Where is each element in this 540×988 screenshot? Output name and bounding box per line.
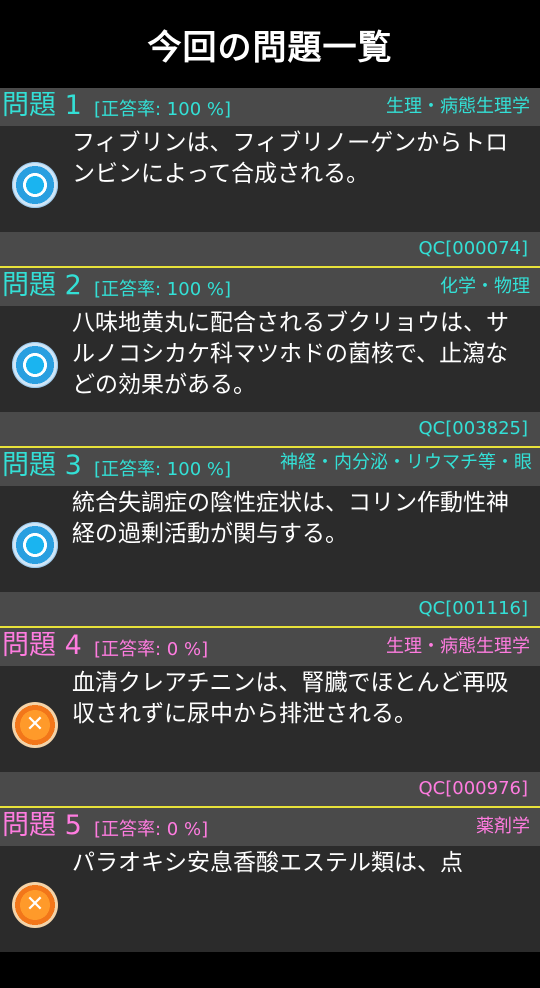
correct-rate: [正答率: 100 %] <box>94 279 232 300</box>
question-number: 問題 4 <box>2 630 82 661</box>
question-body: ✕ パラオキシ安息香酸エステル類は、点 <box>0 846 540 952</box>
correct-icon <box>12 342 58 388</box>
question-footer: QC[003825] <box>0 412 540 446</box>
question-text: フィブリンは、フィブリノーゲンからトロンビンによって合成される。 <box>72 130 509 187</box>
question-footer: QC[000976] <box>0 772 540 806</box>
question-code: QC[000074] <box>418 238 529 259</box>
correct-rate: [正答率: 100 %] <box>94 99 232 120</box>
category-label: 薬剤学 <box>476 816 530 837</box>
question-body: 統合失調症の陰性症状は、コリン作動性神経の過剰活動が関与する。 <box>0 486 540 592</box>
category-label: 生理・病態生理学 <box>386 636 530 657</box>
question-number: 問題 2 <box>2 270 82 301</box>
question-code: QC[003825] <box>418 418 529 439</box>
correct-icon <box>12 162 58 208</box>
wrong-icon: ✕ <box>12 702 58 748</box>
question-text: 血清クレアチニンは、腎臓でほとんど再吸収されずに尿中から排泄される。 <box>72 670 509 727</box>
question-item-2[interactable]: 問題 2 [正答率: 100 %] 化学・物理 八味地黄丸に配合されるブクリョウ… <box>0 268 540 448</box>
correct-rate: [正答率: 0 %] <box>94 639 209 660</box>
question-header: 問題 3 [正答率: 100 %] 神経・内分泌・リウマチ等・眼 <box>0 448 540 486</box>
category-label: 化学・物理 <box>440 276 530 297</box>
category-label: 生理・病態生理学 <box>386 96 530 117</box>
question-code: QC[000976] <box>418 778 529 799</box>
correct-icon <box>12 522 58 568</box>
question-number: 問題 5 <box>2 810 82 841</box>
question-text: パラオキシ安息香酸エステル類は、点 <box>72 850 463 876</box>
category-label: 神経・内分泌・リウマチ等・眼 <box>280 452 532 473</box>
correct-rate: [正答率: 100 %] <box>94 459 232 480</box>
question-body: ✕ 血清クレアチニンは、腎臓でほとんど再吸収されずに尿中から排泄される。 <box>0 666 540 772</box>
question-list: 問題 1 [正答率: 100 %] 生理・病態生理学 フィブリンは、フィブリノー… <box>0 88 540 988</box>
question-footer: QC[001116] <box>0 592 540 626</box>
question-item-3[interactable]: 問題 3 [正答率: 100 %] 神経・内分泌・リウマチ等・眼 統合失調症の陰… <box>0 448 540 628</box>
question-footer: QC[000074] <box>0 232 540 266</box>
wrong-icon: ✕ <box>12 882 58 928</box>
question-item-4[interactable]: 問題 4 [正答率: 0 %] 生理・病態生理学 ✕ 血清クレアチニンは、腎臓で… <box>0 628 540 808</box>
question-number: 問題 1 <box>2 90 82 121</box>
question-text: 統合失調症の陰性症状は、コリン作動性神経の過剰活動が関与する。 <box>72 490 509 547</box>
question-header: 問題 5 [正答率: 0 %] 薬剤学 <box>0 808 540 846</box>
question-body: フィブリンは、フィブリノーゲンからトロンビンによって合成される。 <box>0 126 540 232</box>
question-header: 問題 1 [正答率: 100 %] 生理・病態生理学 <box>0 88 540 126</box>
page-title: 今回の問題一覧 <box>0 0 540 88</box>
question-item-1[interactable]: 問題 1 [正答率: 100 %] 生理・病態生理学 フィブリンは、フィブリノー… <box>0 88 540 268</box>
question-header: 問題 2 [正答率: 100 %] 化学・物理 <box>0 268 540 306</box>
question-text: 八味地黄丸に配合されるブクリョウは、サルノコシカケ科マツホドの菌核で、止瀉などの… <box>72 310 509 398</box>
question-code: QC[001116] <box>418 598 529 619</box>
question-body: 八味地黄丸に配合されるブクリョウは、サルノコシカケ科マツホドの菌核で、止瀉などの… <box>0 306 540 412</box>
correct-rate: [正答率: 0 %] <box>94 819 209 840</box>
question-number: 問題 3 <box>2 450 82 481</box>
question-header: 問題 4 [正答率: 0 %] 生理・病態生理学 <box>0 628 540 666</box>
question-item-5[interactable]: 問題 5 [正答率: 0 %] 薬剤学 ✕ パラオキシ安息香酸エステル類は、点 <box>0 808 540 988</box>
